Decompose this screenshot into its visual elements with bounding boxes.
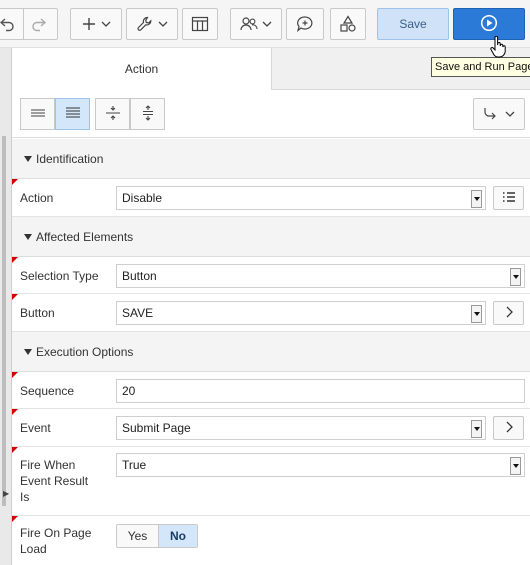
select-value: SAVE — [122, 306, 154, 320]
section-execution-options[interactable]: Execution Options — [12, 332, 530, 372]
grid-icon — [191, 16, 209, 32]
users-icon — [240, 16, 258, 32]
go-to-button-button[interactable] — [493, 301, 524, 325]
tooltip: Save and Run Page — [431, 57, 530, 77]
create-menu-button[interactable] — [70, 8, 122, 40]
chevron-down-icon — [158, 20, 168, 28]
shapes-button[interactable] — [330, 8, 366, 40]
dropdown-arrow-icon[interactable] — [510, 457, 521, 475]
section-identification[interactable]: Identification — [12, 139, 530, 179]
select-value: True — [122, 458, 147, 472]
list-of-values-button[interactable] — [493, 186, 524, 210]
property-label: Button — [20, 306, 55, 320]
layout-stacked-button[interactable] — [55, 98, 90, 130]
required-marker — [12, 294, 18, 300]
select-value: Button — [122, 269, 157, 283]
toolbar: Save — [0, 0, 530, 48]
event-select[interactable]: Submit Page — [116, 416, 486, 440]
required-marker — [12, 409, 18, 415]
required-marker — [12, 257, 18, 263]
collapse-arrow-icon[interactable]: ▶ — [3, 489, 9, 498]
dropdown-arrow-icon[interactable] — [510, 268, 521, 286]
go-to-group-button[interactable] — [473, 98, 525, 130]
dropdown-arrow-icon[interactable] — [471, 190, 482, 208]
required-marker — [12, 516, 18, 522]
property-row-button: Button SAVE — [12, 294, 530, 332]
expand-icon — [105, 105, 121, 124]
panel-splitter[interactable]: ▶ — [0, 48, 12, 565]
wrench-icon — [136, 15, 154, 33]
undo-icon — [0, 16, 15, 32]
select-value: Disable — [122, 191, 163, 205]
collapse-triangle-icon — [24, 233, 32, 240]
property-row-event: Event Submit Page — [12, 409, 530, 447]
run-icon — [480, 14, 498, 35]
section-title: Execution Options — [36, 344, 134, 359]
sequence-input[interactable]: 20 — [116, 379, 525, 403]
collapse-triangle-icon — [24, 348, 32, 355]
go-to-arrow-icon — [483, 106, 501, 123]
chevron-down-icon — [101, 20, 111, 28]
chevron-right-icon — [505, 306, 513, 321]
save-button[interactable]: Save — [377, 8, 449, 40]
redo-icon — [31, 16, 47, 32]
go-to-event-button[interactable] — [493, 416, 524, 440]
tab-action[interactable]: Action — [12, 48, 272, 90]
property-row-fire-when: Fire When Event Result Is True — [12, 447, 530, 516]
collapse-triangle-icon — [24, 155, 32, 162]
property-row-sequence: Sequence 20 — [12, 372, 530, 409]
property-label: Sequence — [20, 384, 75, 398]
property-row-fire-on-page-load: Fire On Page Load Yes No — [12, 516, 530, 565]
chevron-right-icon — [505, 421, 513, 436]
input-value: 20 — [122, 384, 136, 398]
align-lines-icon — [30, 107, 46, 122]
splitter-handle[interactable] — [2, 136, 6, 506]
section-title: Identification — [36, 151, 104, 166]
property-label: Fire When Event Result Is — [20, 458, 89, 504]
utilities-menu-button[interactable] — [126, 8, 178, 40]
required-marker — [12, 372, 18, 378]
collapse-icon — [140, 104, 156, 124]
toggle-no-option[interactable]: No — [159, 525, 197, 547]
dropdown-arrow-icon[interactable] — [471, 420, 482, 438]
comment-icon — [296, 15, 314, 33]
save-and-run-button[interactable] — [453, 8, 525, 40]
comments-button[interactable] — [286, 8, 324, 40]
action-select[interactable]: Disable — [116, 186, 486, 210]
shapes-icon — [339, 15, 357, 33]
select-value: Submit Page — [122, 421, 191, 435]
property-row-action: Action Disable — [12, 179, 530, 217]
fire-on-page-load-toggle[interactable]: Yes No — [116, 524, 198, 548]
team-development-button[interactable] — [230, 8, 282, 40]
layout-left-button[interactable] — [20, 98, 55, 130]
justify-lines-icon — [65, 106, 81, 123]
fire-when-select[interactable]: True — [116, 453, 525, 477]
collapse-all-button[interactable] — [130, 98, 165, 130]
shared-components-button[interactable] — [182, 8, 218, 40]
property-label: Action — [20, 191, 54, 205]
toggle-yes-option[interactable]: Yes — [117, 525, 159, 547]
button-select[interactable]: SAVE — [116, 301, 486, 325]
page-designer: Save Save and Run Page ▶ Action Identifi… — [0, 0, 530, 565]
chevron-down-icon — [262, 20, 272, 28]
property-label: Event — [20, 421, 51, 435]
property-label: Selection Type — [20, 269, 99, 283]
property-label: Fire On Page Load — [20, 526, 92, 556]
selection-type-select[interactable]: Button — [116, 264, 525, 288]
hand-cursor-icon — [490, 35, 506, 61]
required-marker — [12, 447, 18, 453]
section-affected-elements[interactable]: Affected Elements — [12, 217, 530, 257]
divider — [23, 8, 24, 40]
layout-toolbar — [12, 90, 530, 138]
undo-button[interactable] — [0, 8, 58, 40]
chevron-down-icon — [505, 107, 515, 121]
dropdown-arrow-icon[interactable] — [471, 305, 482, 323]
section-title: Affected Elements — [36, 229, 134, 244]
required-marker — [12, 179, 18, 185]
list-icon — [502, 191, 516, 206]
property-row-selection-type: Selection Type Button — [12, 257, 530, 294]
expand-all-button[interactable] — [95, 98, 130, 130]
plus-icon — [81, 16, 97, 32]
